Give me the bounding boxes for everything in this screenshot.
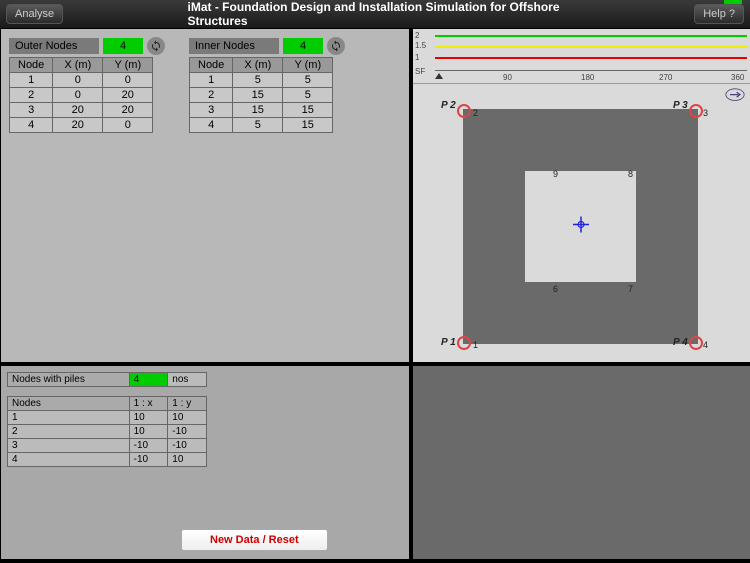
status-indicator <box>724 0 742 4</box>
piles-count[interactable]: 4 <box>129 373 168 387</box>
table-row: 4200 <box>10 118 153 133</box>
inner-node-num: 7 <box>628 284 633 294</box>
chart-series-yellow <box>435 46 747 48</box>
col-node: Node <box>190 58 233 73</box>
col-x: X (m) <box>233 58 283 73</box>
outer-nodes-section: Outer Nodes 4 NodeX (m)Y (m) 100 2020 32… <box>9 37 165 354</box>
inner-nodes-table: NodeX (m)Y (m) 155 2155 31515 4515 <box>189 57 333 133</box>
outer-nodes-count[interactable]: 4 <box>103 38 143 54</box>
inner-nodes-section: Inner Nodes 4 NodeX (m)Y (m) 155 2155 31… <box>189 37 345 354</box>
piles-table: Nodes with piles 4 nos Nodes 1 : x 1 : y… <box>7 372 207 467</box>
pile-marker <box>457 104 471 118</box>
y-tick: 1 <box>415 53 419 62</box>
refresh-icon[interactable] <box>147 37 165 55</box>
chart-series-red <box>435 57 747 59</box>
table-row: 100 <box>10 73 153 88</box>
table-row: Nodes 1 : x 1 : y <box>8 397 207 411</box>
outer-nodes-table: NodeX (m)Y (m) 100 2020 32020 4200 <box>9 57 153 133</box>
outer-node-num: 2 <box>473 108 478 118</box>
pile-marker <box>689 336 703 350</box>
refresh-icon[interactable] <box>327 37 345 55</box>
sf-chart: 2 1.5 1 SF 90 180 270 360 <box>413 29 750 84</box>
analyse-button[interactable]: Analyse <box>6 4 63 24</box>
pile-label: P 4 <box>673 337 688 348</box>
table-row: 2020 <box>10 88 153 103</box>
outer-square: 9 8 6 7 <box>463 109 698 344</box>
table-row: Nodes with piles 4 nos <box>8 373 207 387</box>
center-crosshair-icon <box>573 216 589 237</box>
table-row: 2155 <box>190 88 333 103</box>
chart-series-green <box>435 35 747 37</box>
piles-panel: Nodes with piles 4 nos Nodes 1 : x 1 : y… <box>0 365 410 560</box>
visualization-panel: 2 1.5 1 SF 90 180 270 360 9 8 <box>412 28 750 363</box>
x-tick: 270 <box>659 73 672 82</box>
col-y: Y (m) <box>283 58 333 73</box>
table-row: 4515 <box>190 118 333 133</box>
col-x: X (m) <box>53 58 103 73</box>
col-y: 1 : y <box>168 397 207 411</box>
pile-label: P 1 <box>441 337 456 348</box>
table-row: 4-1010 <box>8 453 207 467</box>
y-tick: SF <box>415 67 425 76</box>
table-row: 32020 <box>10 103 153 118</box>
y-tick: 2 <box>415 31 419 40</box>
foundation-diagram: 9 8 6 7 P 1 P 2 P 3 P 4 2 3 1 4 <box>413 84 750 362</box>
new-data-reset-button[interactable]: New Data / Reset <box>181 529 328 551</box>
outer-node-num: 4 <box>703 340 708 350</box>
piles-header-label: Nodes with piles <box>8 373 130 387</box>
inner-node-num: 8 <box>628 169 633 179</box>
pile-marker <box>457 336 471 350</box>
piles-unit: nos <box>168 373 207 387</box>
table-row: 3-10-10 <box>8 439 207 453</box>
page-title: iMat - Foundation Design and Installatio… <box>188 0 563 28</box>
inner-node-num: 6 <box>553 284 558 294</box>
pile-marker <box>689 104 703 118</box>
col-y: Y (m) <box>103 58 153 73</box>
x-tick: 180 <box>581 73 594 82</box>
pile-label: P 3 <box>673 100 688 111</box>
table-row: 31515 <box>190 103 333 118</box>
table-row: 210-10 <box>8 425 207 439</box>
x-tick: 360 <box>731 73 744 82</box>
table-row: 155 <box>190 73 333 88</box>
empty-panel <box>412 365 750 560</box>
nodes-panel: Outer Nodes 4 NodeX (m)Y (m) 100 2020 32… <box>0 28 410 363</box>
col-node: Node <box>10 58 53 73</box>
x-tick: 90 <box>503 73 512 82</box>
nodes-col-label: Nodes <box>8 397 130 411</box>
y-tick: 1.5 <box>415 41 426 50</box>
pile-label: P 2 <box>441 100 456 111</box>
help-button[interactable]: Help ? <box>694 4 744 24</box>
outer-node-num: 1 <box>473 340 478 350</box>
arrow-icon[interactable] <box>725 88 745 102</box>
chart-marker-icon <box>435 73 443 79</box>
outer-nodes-label: Outer Nodes <box>9 38 99 54</box>
col-x: 1 : x <box>129 397 168 411</box>
inner-node-num: 9 <box>553 169 558 179</box>
table-row: 11010 <box>8 411 207 425</box>
inner-nodes-count[interactable]: 4 <box>283 38 323 54</box>
outer-node-num: 3 <box>703 108 708 118</box>
inner-nodes-label: Inner Nodes <box>189 38 279 54</box>
topbar: Analyse iMat - Foundation Design and Ins… <box>0 0 750 28</box>
x-axis <box>435 70 747 71</box>
